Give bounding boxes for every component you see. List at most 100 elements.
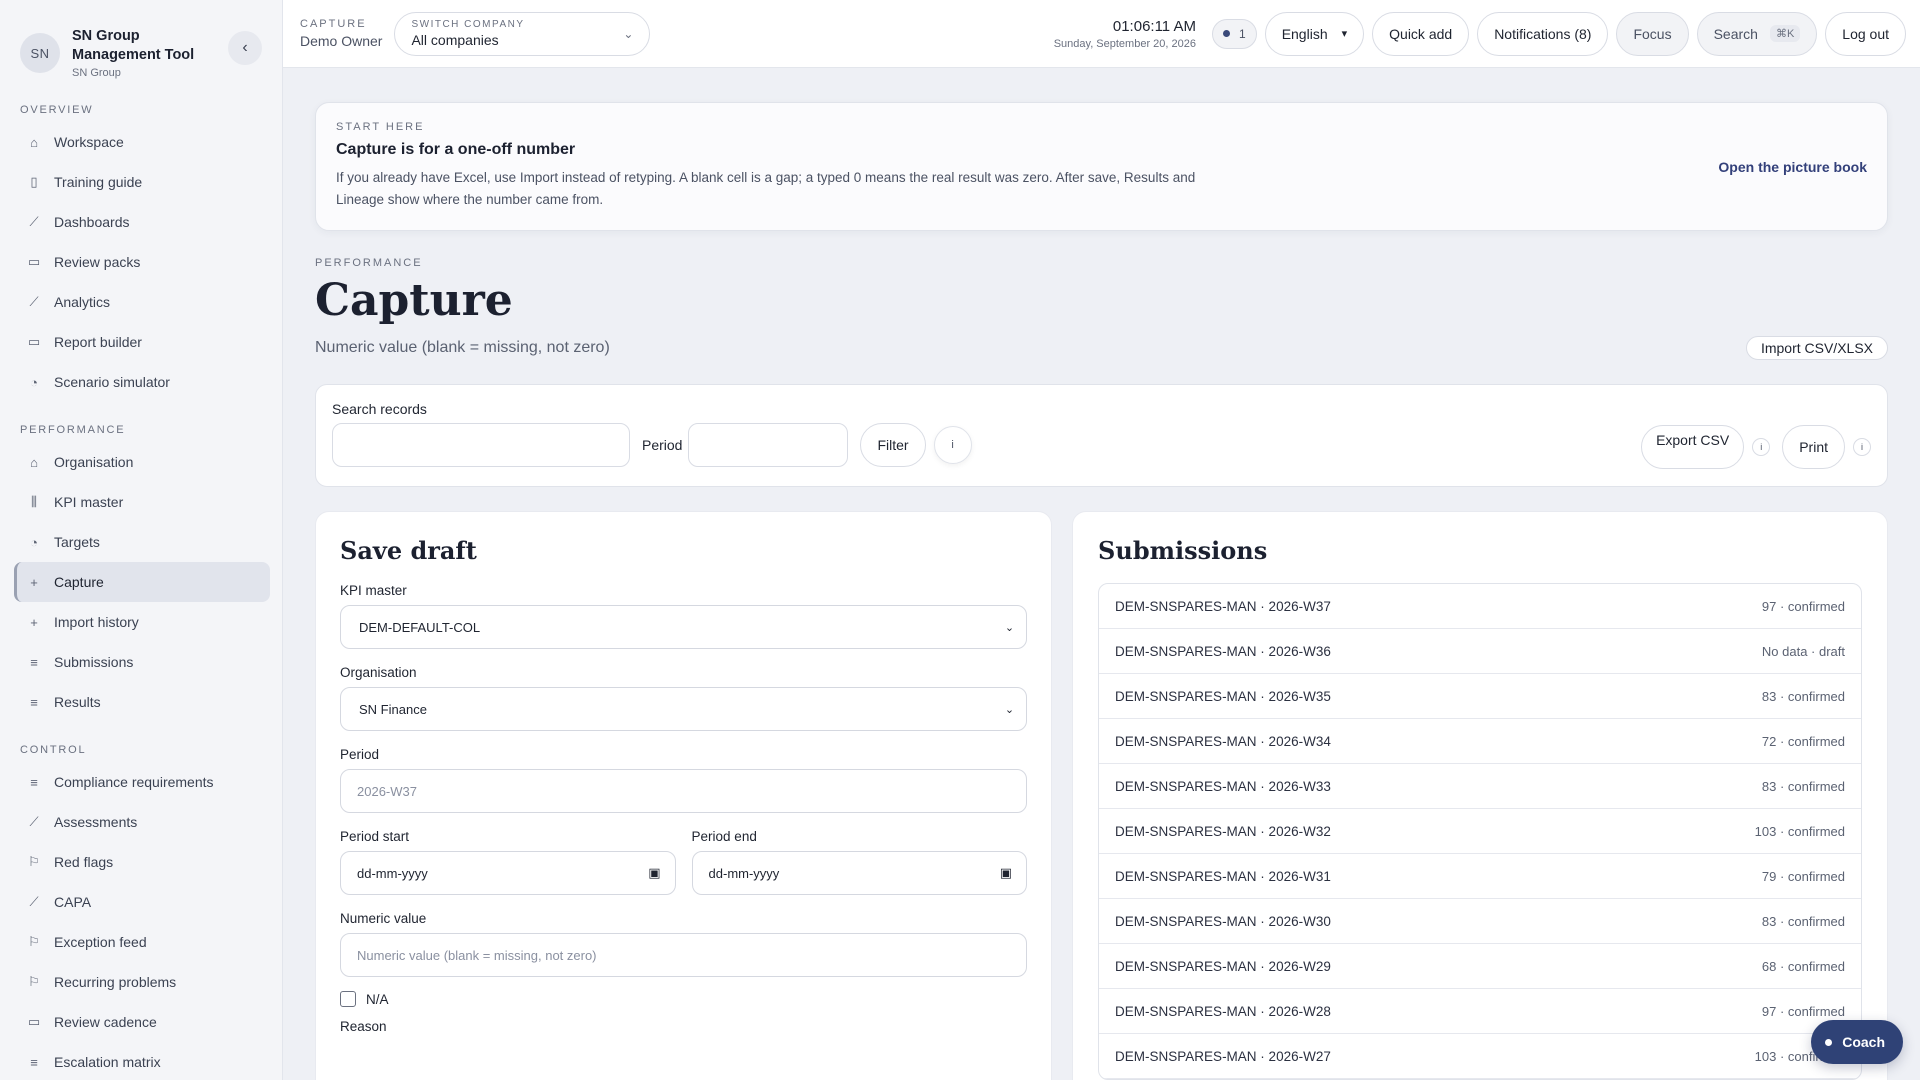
sidebar-item-label: Escalation matrix [54, 1054, 161, 1070]
nav-item-icon: + [30, 574, 38, 590]
sidebar-item-recurring-problems[interactable]: ⚐ Recurring problems [14, 962, 270, 1002]
quick-add-button[interactable]: Quick add [1372, 11, 1470, 56]
nav-item-icon: ⚐ [28, 974, 40, 989]
filter-info-icon[interactable]: i [933, 426, 972, 464]
numeric-value-input[interactable]: Numeric value (blank = missing, not zero… [340, 933, 1028, 977]
sidebar-item-capa[interactable]: ⟋ CAPA [14, 882, 270, 922]
submission-row[interactable]: DEM-SNSPARES-MAN · 2026-W34 72 · confirme… [1099, 719, 1861, 764]
sidebar-item-red-flags[interactable]: ⚐ Red flags [14, 842, 270, 882]
switch-company-label: SWITCH COMPANY [411, 18, 525, 30]
period-end-label: Period end [691, 829, 757, 844]
sidebar-item-exception-feed[interactable]: ⚐ Exception feed [14, 922, 270, 962]
search-button[interactable]: Search ⌘K [1696, 11, 1818, 56]
collapse-sidebar-button[interactable]: ‹ [228, 31, 262, 65]
export-info-icon[interactable]: i [1752, 438, 1771, 456]
clock-time: 01:06:11 AM [1112, 17, 1196, 35]
search-actions: Export CSV i Print i [1629, 425, 1871, 469]
submission-row[interactable]: DEM-SNSPARES-MAN · 2026-W35 83 · confirme… [1099, 674, 1861, 719]
period-label: Period [340, 747, 380, 762]
sidebar-item-capture[interactable]: + Capture [14, 562, 270, 602]
submission-row[interactable]: DEM-SNSPARES-MAN · 2026-W36 No data · dra… [1099, 629, 1861, 674]
submission-status: 83 · confirmed [1761, 688, 1845, 704]
language-select[interactable]: English ▾ [1264, 11, 1365, 56]
avatar[interactable]: SN [20, 33, 60, 73]
sidebar-item-dashboards[interactable]: ⟋ Dashboards [14, 202, 270, 242]
nav-item-icon: ◔ [30, 534, 38, 550]
submission-row[interactable]: DEM-SNSPARES-MAN · 2026-W27 103 · confirm… [1099, 1034, 1861, 1079]
period-filter-input[interactable] [688, 423, 849, 467]
chevron-down-icon: ⌄ [623, 26, 634, 41]
sidebar-item-label: Training guide [54, 174, 143, 190]
submission-status: 83 · confirmed [1761, 778, 1845, 794]
chevron-down-icon: ⌄ [1004, 703, 1015, 716]
sidebar-item-workspace[interactable]: ⌂ Workspace [14, 122, 270, 162]
sidebar-item-report-builder[interactable]: ▭ Report builder [14, 322, 270, 362]
sidebar-item-compliance-requirements[interactable]: ≡ Compliance requirements [14, 762, 270, 802]
sidebar-item-label: Exception feed [54, 934, 147, 950]
content-columns: Save draft KPI master DEM-DEFAULT-COL ⌄ … [315, 511, 1888, 1080]
sidebar-item-import-history[interactable]: + Import history [14, 602, 270, 642]
save-draft-title: Save draft [340, 536, 477, 565]
nav-section-heading: PERFORMANCE [20, 424, 126, 436]
presence-badge[interactable]: 1 [1212, 18, 1257, 49]
submission-status: 97 · confirmed [1761, 1003, 1845, 1019]
numeric-value-label: Numeric value [340, 911, 427, 926]
calendar-icon[interactable]: ▣ [648, 865, 660, 881]
nav-item-icon: ≡ [30, 774, 38, 790]
sidebar-item-label: Review packs [54, 254, 141, 270]
coach-button[interactable]: Coach [1811, 1020, 1903, 1064]
sidebar-item-training-guide[interactable]: ▯ Training guide [14, 162, 270, 202]
context-label: CAPTURE [300, 18, 367, 30]
submission-row[interactable]: DEM-SNSPARES-MAN · 2026-W28 97 · confirme… [1099, 989, 1861, 1034]
submission-name: DEM-SNSPARES-MAN · 2026-W28 [1115, 1003, 1331, 1019]
na-checkbox[interactable] [340, 991, 356, 1007]
sidebar-item-targets[interactable]: ◔ Targets [14, 522, 270, 562]
nav-section-heading: OVERVIEW [20, 104, 94, 116]
submission-row[interactable]: DEM-SNSPARES-MAN · 2026-W30 83 · confirme… [1099, 899, 1861, 944]
clock: 01:06:11 AM Sunday, September 20, 2026 [1054, 18, 1196, 50]
period-input[interactable]: 2026-W37 [340, 769, 1028, 813]
sidebar-item-submissions[interactable]: ≡ Submissions [14, 642, 270, 682]
focus-button[interactable]: Focus [1616, 11, 1689, 56]
sidebar-item-review-packs[interactable]: ▭ Review packs [14, 242, 270, 282]
search-card: Search records Period Filter i Export CS… [315, 384, 1888, 487]
period-range-row: Period start dd-mm-yyyy ▣ Period end dd-… [340, 813, 1028, 895]
sidebar-item-analytics[interactable]: ⟋ Analytics [14, 282, 270, 322]
sidebar-item-escalation-matrix[interactable]: ≡ Escalation matrix [14, 1042, 270, 1080]
sidebar-item-results[interactable]: ≡ Results [14, 682, 270, 722]
print-button[interactable]: Print [1782, 425, 1845, 469]
submission-row[interactable]: DEM-SNSPARES-MAN · 2026-W29 68 · confirme… [1099, 944, 1861, 989]
calendar-icon[interactable]: ▣ [1000, 865, 1012, 881]
submission-status: 83 · confirmed [1761, 913, 1845, 929]
search-input[interactable] [332, 423, 630, 467]
sidebar-item-organisation[interactable]: ⌂ Organisation [14, 442, 270, 482]
sidebar-item-kpi-master[interactable]: ⫼ KPI master [14, 482, 270, 522]
export-csv-button[interactable]: Export CSV [1641, 425, 1745, 469]
sidebar-item-assessments[interactable]: ⟋ Assessments [14, 802, 270, 842]
filter-button[interactable]: Filter [860, 423, 926, 467]
topbar: CAPTURE Demo Owner SWITCH COMPANY All co… [283, 0, 1920, 68]
period-start-input[interactable]: dd-mm-yyyy ▣ [340, 851, 676, 895]
submission-row[interactable]: DEM-SNSPARES-MAN · 2026-W37 97 · confirme… [1099, 584, 1861, 629]
submissions-list: DEM-SNSPARES-MAN · 2026-W37 97 · confirme… [1098, 583, 1862, 1080]
sidebar-item-scenario-simulator[interactable]: ◔ Scenario simulator [14, 362, 270, 402]
picture-book-link[interactable]: Open the picture book [1718, 159, 1867, 175]
chevron-down-icon: ⌄ [1004, 621, 1015, 634]
import-csv-button[interactable]: Import CSV/XLSX [1745, 336, 1888, 360]
sidebar-item-review-cadence[interactable]: ▭ Review cadence [14, 1002, 270, 1042]
organisation-value: SN Finance [359, 701, 427, 717]
submission-row[interactable]: DEM-SNSPARES-MAN · 2026-W32 103 · confirm… [1099, 809, 1861, 854]
page-kicker: PERFORMANCE [315, 257, 423, 269]
switch-company-select[interactable]: SWITCH COMPANY All companies ⌄ [394, 11, 651, 56]
submission-row[interactable]: DEM-SNSPARES-MAN · 2026-W31 79 · confirme… [1099, 854, 1861, 899]
logout-button[interactable]: Log out [1825, 11, 1906, 56]
nav-item-icon: ⟋ [29, 214, 39, 229]
print-info-icon[interactable]: i [1853, 438, 1871, 456]
chevron-down-icon: ▾ [1341, 28, 1348, 40]
organisation-select[interactable]: SN Finance ⌄ [340, 687, 1028, 731]
submissions-panel: Submissions DEM-SNSPARES-MAN · 2026-W37 9… [1072, 511, 1888, 1080]
notifications-button[interactable]: Notifications (8) [1477, 11, 1609, 56]
submission-row[interactable]: DEM-SNSPARES-MAN · 2026-W33 83 · confirme… [1099, 764, 1861, 809]
period-end-input[interactable]: dd-mm-yyyy ▣ [691, 851, 1028, 895]
kpi-select[interactable]: DEM-DEFAULT-COL ⌄ [340, 605, 1028, 649]
